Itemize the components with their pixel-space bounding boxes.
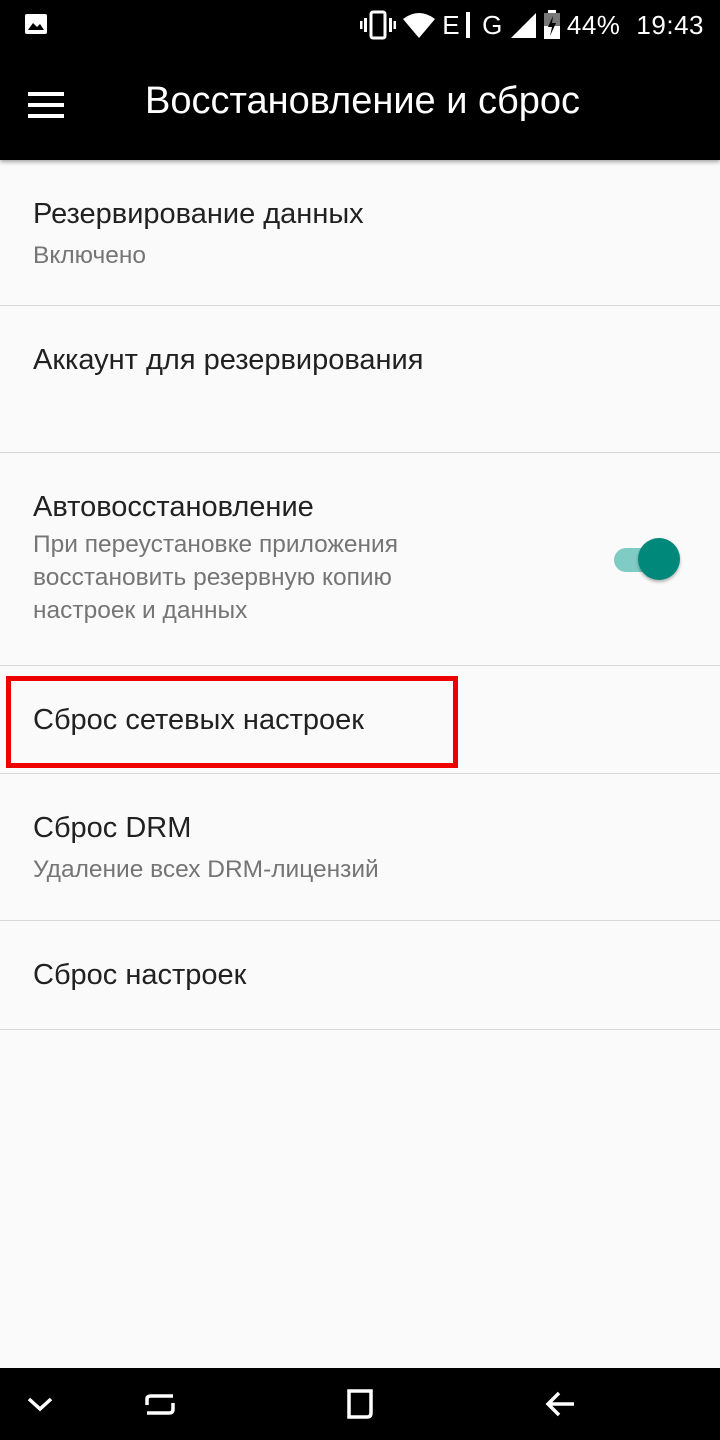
navigation-bar [0, 1368, 720, 1440]
item-title: Автовосстановление [33, 491, 314, 523]
item-subtitle: При переустановке приложения восстановит… [33, 531, 398, 624]
item-title: Резервирование данных [33, 198, 364, 230]
status-bar: E G 44% 19:43 [0, 0, 720, 50]
clock: 19:43 [636, 9, 704, 40]
vibrate-icon [360, 10, 397, 40]
battery-icon [543, 10, 561, 40]
list-item-backup-account[interactable]: Аккаунт для резервирования [0, 306, 720, 453]
wifi-icon [402, 11, 436, 39]
signal-icon [466, 12, 476, 38]
back-icon[interactable] [538, 1382, 582, 1426]
list-item-factory-reset[interactable]: Сброс настроек [0, 921, 720, 1030]
chevron-down-icon[interactable] [18, 1382, 62, 1426]
settings-list: Резервирование данных Включено Аккаунт д… [0, 160, 720, 1030]
list-item-reset-drm[interactable]: Сброс DRM Удаление всех DRM-лицензий [0, 774, 720, 921]
home-icon[interactable] [338, 1382, 382, 1426]
list-item-reset-network[interactable]: Сброс сетевых настроек [0, 666, 720, 774]
recents-icon[interactable] [138, 1382, 182, 1426]
item-subtitle: Включено [33, 242, 147, 269]
item-title: Сброс настроек [33, 959, 247, 991]
battery-percent: 44% [566, 9, 621, 40]
page-title: Восстановление и сброс [145, 80, 581, 122]
image-icon [24, 12, 48, 36]
item-title: Сброс сетевых настроек [33, 704, 364, 736]
network-type-g: G [482, 9, 503, 40]
network-type-e: E [442, 9, 461, 40]
toggle-thumb [638, 538, 680, 580]
signal-strength-icon [509, 11, 537, 39]
app-bar: Восстановление и сброс [0, 50, 720, 160]
item-title: Сброс DRM [33, 812, 192, 844]
list-item-backup-data[interactable]: Резервирование данных Включено [0, 160, 720, 306]
auto-restore-toggle[interactable] [614, 538, 680, 580]
list-item-auto-restore[interactable]: Автовосстановление При переустановке при… [0, 453, 720, 666]
item-subtitle: Удаление всех DRM-лицензий [33, 856, 379, 883]
item-title: Аккаунт для резервирования [33, 344, 424, 376]
hamburger-menu-icon[interactable] [24, 82, 76, 128]
